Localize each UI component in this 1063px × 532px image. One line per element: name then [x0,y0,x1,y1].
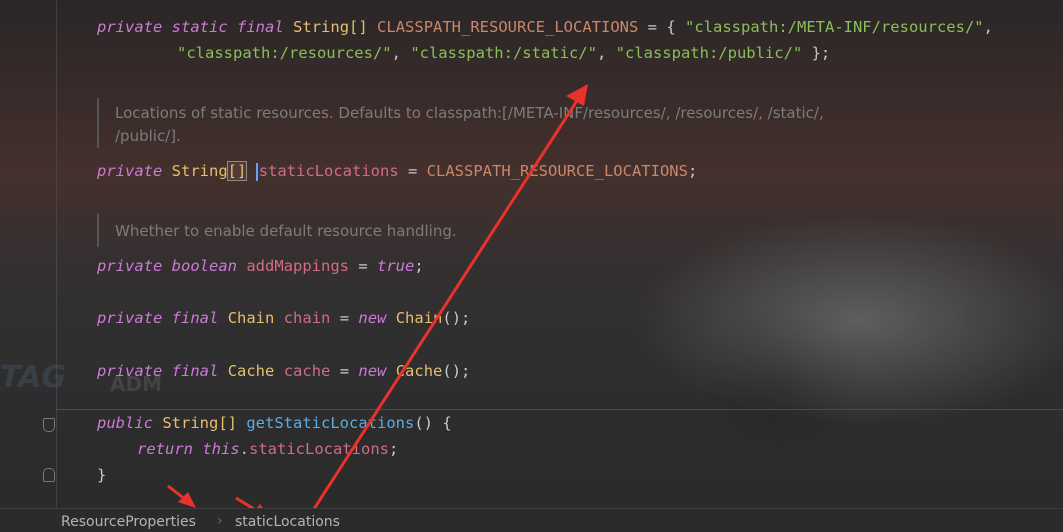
arrow-to-resource-locations [310,95,582,513]
breadcrumb: ResourceProperties › staticLocations [0,508,1063,532]
breadcrumb-item-field[interactable]: staticLocations [235,514,340,530]
breadcrumb-separator: › [217,513,223,529]
annotation-arrows [167,84,588,518]
breadcrumb-item-class[interactable]: ResourceProperties [61,514,196,530]
